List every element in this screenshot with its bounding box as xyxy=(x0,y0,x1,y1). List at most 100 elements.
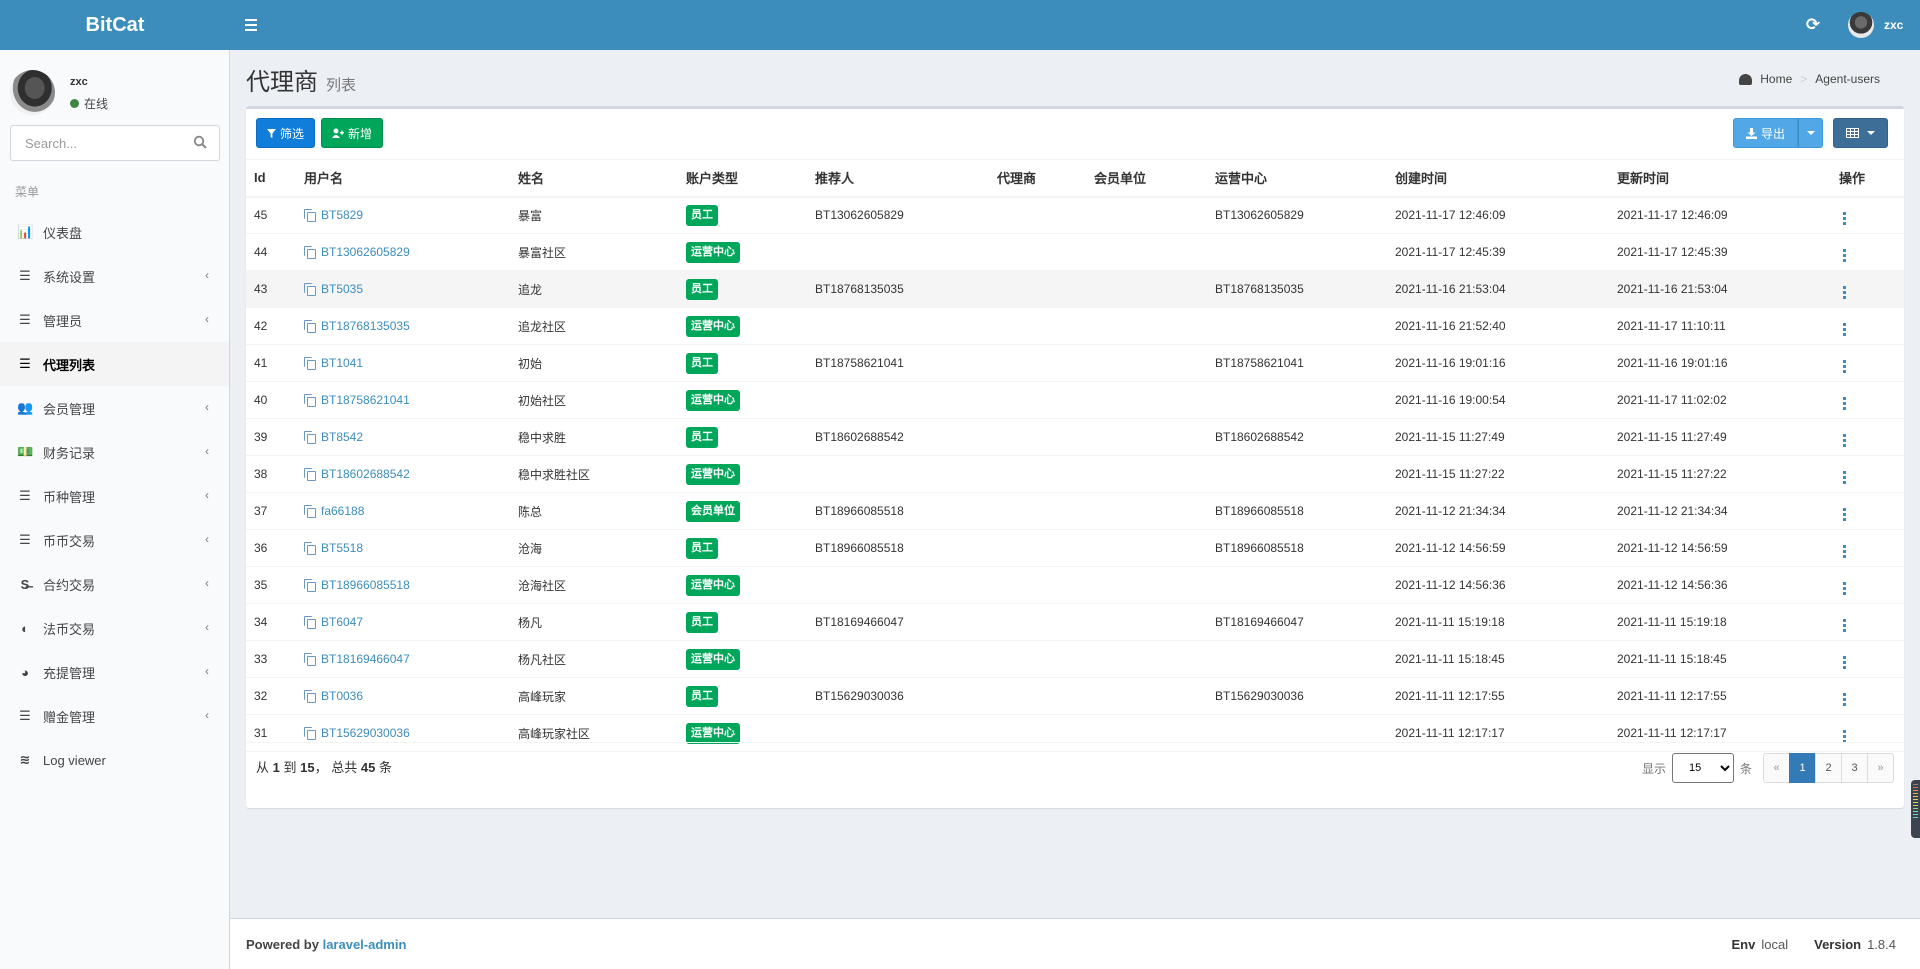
copy-icon[interactable] xyxy=(304,283,316,296)
username-link[interactable]: fa66188 xyxy=(321,504,364,518)
table-row[interactable]: 34 BT6047 杨凡 员工 BT18169466047 BT18169466047 20… xyxy=(246,603,1904,641)
username-link[interactable]: BT6047 xyxy=(321,615,363,629)
copy-icon[interactable] xyxy=(304,579,316,592)
ellipsis-vertical-icon[interactable] xyxy=(1839,543,1850,560)
page-next[interactable]: » xyxy=(1867,753,1894,783)
table-row[interactable]: 39 BT8542 稳中求胜 员工 BT18602688542 BT18602688542… xyxy=(246,418,1904,456)
table-row[interactable]: 37 fa66188 陈总 会员单位 BT18966085518 BT1896608551… xyxy=(246,492,1904,530)
users-icon: 👥 xyxy=(17,400,34,415)
sidebar-item-1[interactable]: ☰ 系统设置 ‹ xyxy=(0,254,229,298)
copy-icon[interactable] xyxy=(304,246,316,259)
table-row[interactable]: 43 BT5035 追龙 员工 BT18768135035 BT18768135035 20… xyxy=(246,270,1904,308)
copy-icon[interactable] xyxy=(304,209,316,223)
sidebar-item-11[interactable]: ☰ 赠金管理 ‹ xyxy=(0,694,229,738)
copy-icon[interactable] xyxy=(304,320,316,333)
ellipsis-vertical-icon[interactable] xyxy=(1839,580,1850,597)
filter-button[interactable]: 筛选 xyxy=(256,118,316,148)
username-link[interactable]: BT18966085518 xyxy=(321,578,410,592)
table-row[interactable]: 32 BT0036 高峰玩家 员工 BT15629030036 BT15629030036… xyxy=(246,677,1904,715)
ellipsis-vertical-icon[interactable] xyxy=(1839,654,1850,671)
sidebar-item-0[interactable]: 📊 仪表盘 xyxy=(0,210,229,254)
username-link[interactable]: BT18602688542 xyxy=(321,467,410,481)
sidebar-toggle-button[interactable] xyxy=(238,12,264,38)
cell-type: 员工 xyxy=(678,603,807,641)
copy-icon[interactable] xyxy=(304,690,316,703)
copy-icon[interactable] xyxy=(304,542,316,555)
level-bar xyxy=(1913,817,1918,818)
table-row[interactable]: 35 BT18966085518 沧海社区 运营中心 2021-11-12 14:56:… xyxy=(246,566,1904,604)
table-row[interactable]: 38 BT18602688542 稳中求胜社区 运营中心 2021-11-15 11:2… xyxy=(246,455,1904,493)
sidebar-item-2[interactable]: ☰ 管理员 ‹ xyxy=(0,298,229,342)
copy-icon[interactable] xyxy=(304,505,316,518)
cell-referrer: BT18768135035 xyxy=(807,270,989,308)
username-link[interactable]: BT5035 xyxy=(321,282,363,296)
app-logo[interactable]: BitCat xyxy=(0,0,230,50)
ellipsis-vertical-icon[interactable] xyxy=(1839,469,1850,486)
refresh-icon[interactable]: ⟳ xyxy=(1802,14,1824,36)
ellipsis-vertical-icon[interactable] xyxy=(1839,247,1850,264)
username-link[interactable]: BT18758621041 xyxy=(321,393,410,407)
export-button[interactable]: 导出 xyxy=(1732,118,1798,148)
ellipsis-vertical-icon[interactable] xyxy=(1839,432,1850,449)
cell-created: 2021-11-16 19:00:54 xyxy=(1387,381,1609,419)
cell-actions xyxy=(1831,344,1904,382)
ellipsis-vertical-icon[interactable] xyxy=(1839,691,1850,708)
sidebar-item-4[interactable]: 👥 会员管理 ‹ xyxy=(0,386,229,430)
copy-icon[interactable] xyxy=(304,357,316,370)
copy-icon[interactable] xyxy=(304,727,316,740)
page-2[interactable]: 2 xyxy=(1815,753,1842,783)
sidebar-item-3[interactable]: ☰ 代理列表 xyxy=(0,342,229,386)
account-type-badge: 会员单位 xyxy=(686,500,740,522)
sidebar-item-5[interactable]: 💵 财务记录 ‹ xyxy=(0,430,229,474)
username-link[interactable]: BT13062605829 xyxy=(321,245,410,259)
laravel-admin-link[interactable]: laravel-admin xyxy=(323,937,407,952)
breadcrumb-home[interactable]: Home xyxy=(1760,72,1792,86)
sidebar-item-9[interactable]: ◐ 法币交易 ‹ xyxy=(0,606,229,650)
debug-toolbar-handle[interactable] xyxy=(1911,780,1920,838)
username-link[interactable]: BT5829 xyxy=(321,208,363,222)
search-icon[interactable] xyxy=(193,135,207,149)
table-row[interactable]: 40 BT18758621041 初始社区 运营中心 2021-11-16 19:00:… xyxy=(246,381,1904,419)
pagination: «1 2 3» xyxy=(1763,753,1894,783)
copy-icon[interactable] xyxy=(304,394,316,407)
search-input[interactable] xyxy=(11,126,181,160)
page-1[interactable]: 1 xyxy=(1789,753,1816,783)
copy-icon[interactable] xyxy=(304,653,316,666)
page-prev[interactable]: « xyxy=(1763,753,1790,783)
username-link[interactable]: BT8542 xyxy=(321,430,363,444)
page-3[interactable]: 3 xyxy=(1841,753,1868,783)
sidebar-item-8[interactable]: S̶ 合约交易 ‹ xyxy=(0,562,229,606)
table-row[interactable]: 36 BT5518 沧海 员工 BT18966085518 BT18966085518 20… xyxy=(246,529,1904,567)
table-row[interactable]: 41 BT1041 初始 员工 BT18758621041 BT18758621041 20… xyxy=(246,344,1904,382)
ellipsis-vertical-icon[interactable] xyxy=(1839,210,1850,227)
copy-icon[interactable] xyxy=(304,616,316,629)
user-menu[interactable]: zxc xyxy=(1848,10,1903,40)
username-link[interactable]: BT18169466047 xyxy=(321,652,410,666)
column-selector-button[interactable] xyxy=(1833,118,1888,148)
new-button[interactable]: 新增 xyxy=(321,118,384,148)
sidebar-item-10[interactable]: ◕ 充提管理 ‹ xyxy=(0,650,229,694)
ellipsis-vertical-icon[interactable] xyxy=(1839,617,1850,634)
sidebar-item-6[interactable]: ☰ 币种管理 ‹ xyxy=(0,474,229,518)
ellipsis-vertical-icon[interactable] xyxy=(1839,284,1850,301)
ellipsis-vertical-icon[interactable] xyxy=(1839,358,1850,375)
username-link[interactable]: BT1041 xyxy=(321,356,363,370)
table-row[interactable]: 45 BT5829 暴富 员工 BT13062605829 BT13062605829 20… xyxy=(246,196,1904,234)
username-link[interactable]: BT0036 xyxy=(321,689,363,703)
export-dropdown-toggle[interactable] xyxy=(1798,118,1823,148)
cell-ops-center: BT15629030036 xyxy=(1207,677,1387,715)
table-row[interactable]: 42 BT18768135035 追龙社区 运营中心 2021-11-16 21:52:… xyxy=(246,307,1904,345)
table-row[interactable]: 44 BT13062605829 暴富社区 运营中心 2021-11-17 12:45:… xyxy=(246,233,1904,271)
ellipsis-vertical-icon[interactable] xyxy=(1839,506,1850,523)
sidebar-item-7[interactable]: ☰ 币币交易 ‹ xyxy=(0,518,229,562)
ellipsis-vertical-icon[interactable] xyxy=(1839,321,1850,338)
copy-icon[interactable] xyxy=(304,431,316,444)
username-link[interactable]: BT15629030036 xyxy=(321,726,410,740)
sidebar-item-12[interactable]: ≋ Log viewer xyxy=(0,738,229,782)
ellipsis-vertical-icon[interactable] xyxy=(1839,395,1850,412)
per-page-select[interactable]: 15 xyxy=(1671,753,1734,783)
copy-icon[interactable] xyxy=(304,468,316,481)
table-row[interactable]: 33 BT18169466047 杨凡社区 运营中心 2021-11-11 15:18:… xyxy=(246,640,1904,678)
username-link[interactable]: BT18768135035 xyxy=(321,319,410,333)
username-link[interactable]: BT5518 xyxy=(321,541,363,555)
